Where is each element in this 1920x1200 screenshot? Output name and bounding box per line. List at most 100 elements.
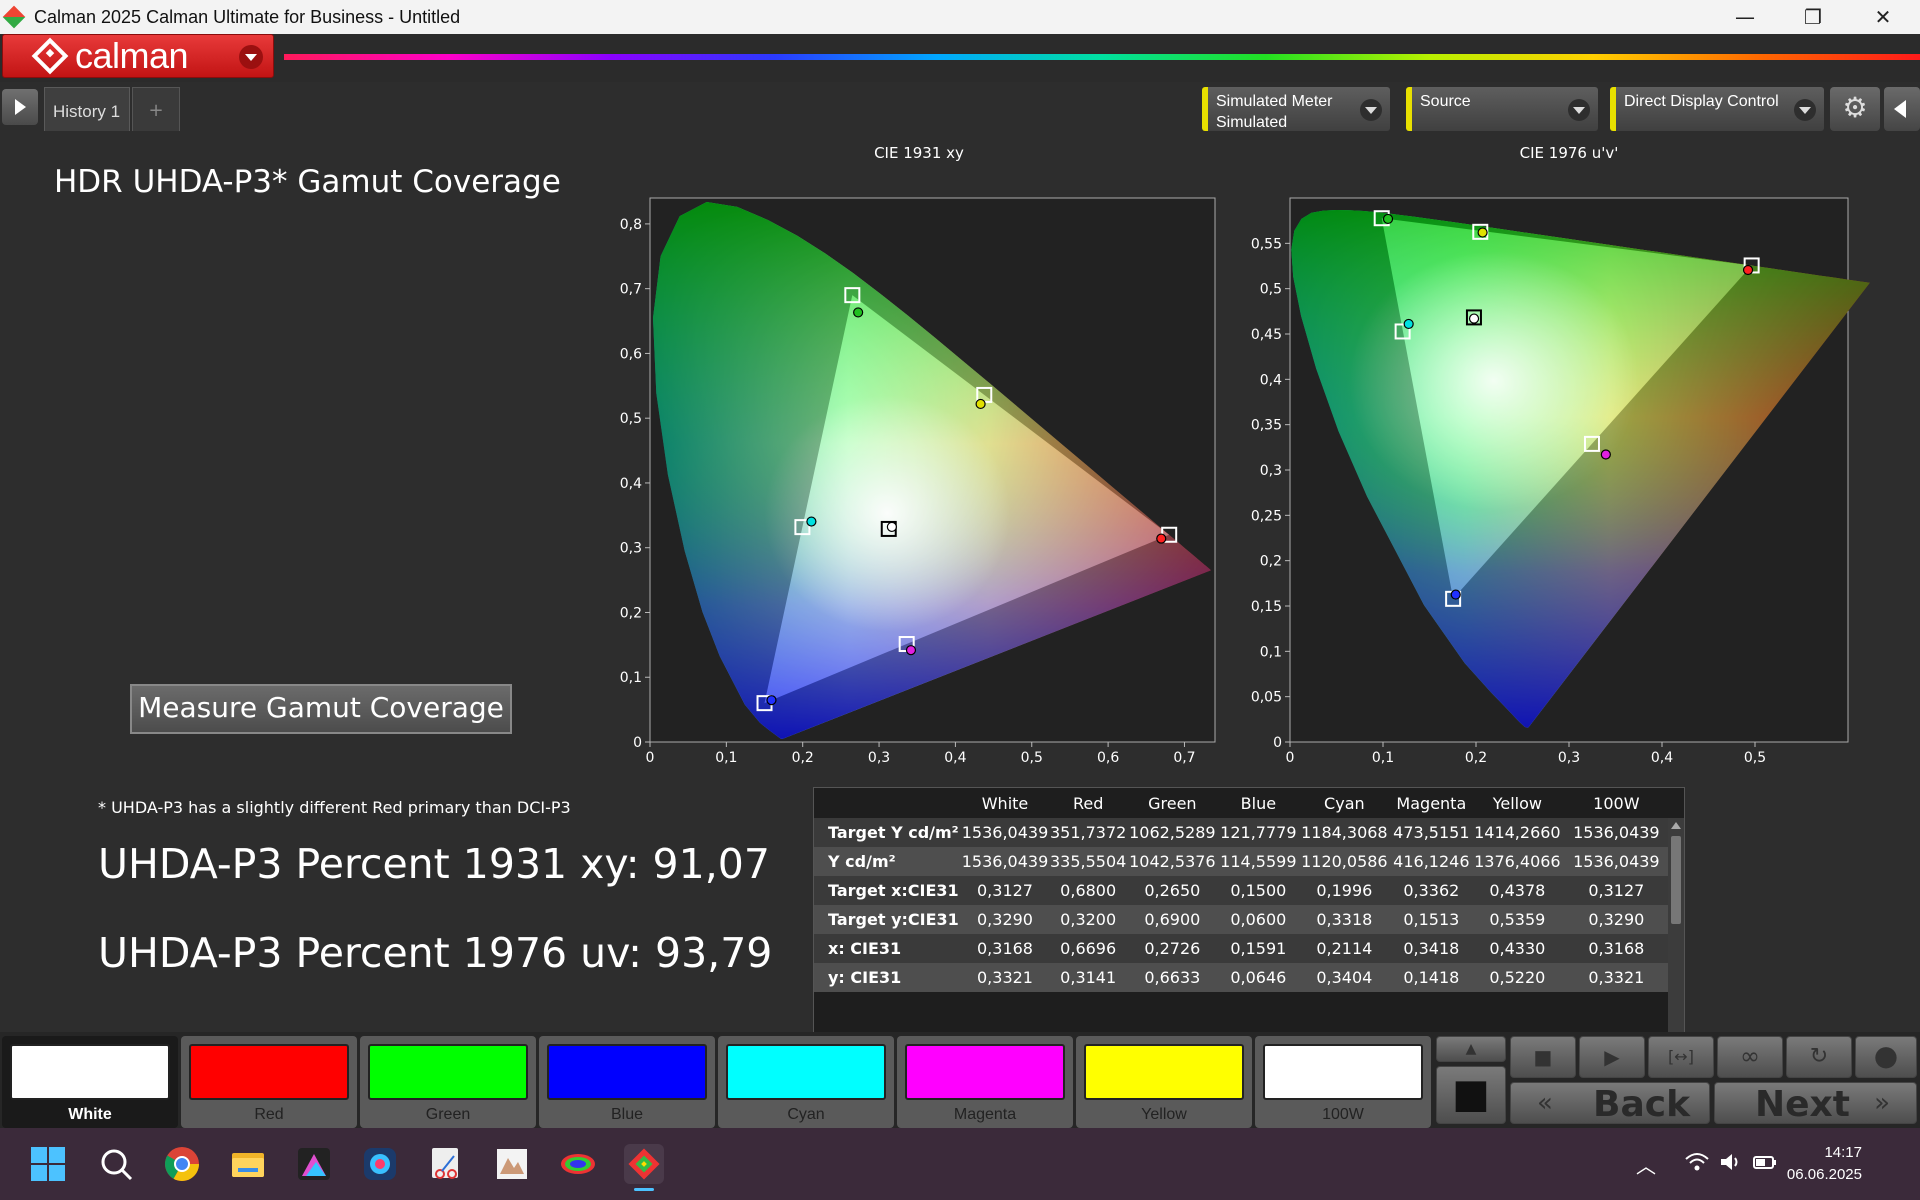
- back-label: Back: [1593, 1084, 1691, 1125]
- table-cell: 0,1996: [1298, 876, 1391, 905]
- patch-cyan[interactable]: Cyan: [718, 1036, 894, 1128]
- title-bar: Calman 2025 Calman Ultimate for Business…: [0, 0, 1920, 34]
- table-cell: 0,4378: [1472, 876, 1563, 905]
- cie1976-chart: 0 0,1 0,2 0,3 0,4 0,5 0 0,05 0,1 0,15 0,2 0,25 0,3 0,…: [1251, 197, 1870, 766]
- infinity-icon: ∞: [1740, 1042, 1760, 1070]
- loop-button[interactable]: ∞: [1717, 1036, 1783, 1078]
- table-cell: 473,5151: [1390, 818, 1473, 847]
- table-cell: 0,5220: [1472, 963, 1563, 992]
- tab-history-1[interactable]: History 1: [44, 87, 130, 131]
- refresh-button[interactable]: ↻: [1786, 1036, 1852, 1078]
- colorimeter-app-icon[interactable]: [360, 1144, 400, 1184]
- snipping-tool-icon[interactable]: [426, 1144, 466, 1184]
- column-header: Blue: [1218, 788, 1299, 818]
- color-wheel-app-icon[interactable]: [558, 1144, 598, 1184]
- patch-yellow[interactable]: Yellow: [1076, 1036, 1252, 1128]
- table-cell: 0,2114: [1298, 934, 1391, 963]
- volume-icon[interactable]: [1718, 1150, 1744, 1178]
- scroll-up-icon[interactable]: [1671, 822, 1681, 829]
- meter-select[interactable]: Simulated Meter Simulated: [1202, 87, 1390, 131]
- collapse-left-icon[interactable]: [1884, 87, 1920, 131]
- back-button[interactable]: « Back: [1510, 1082, 1710, 1125]
- play-button[interactable]: ▶: [1579, 1036, 1645, 1078]
- patch-label: 100W: [1322, 1106, 1364, 1123]
- patch-up-button[interactable]: ▲: [1436, 1036, 1506, 1062]
- table-cell: 0,3141: [1050, 963, 1127, 992]
- table-cell: 121,7779: [1218, 818, 1299, 847]
- patch-blue[interactable]: Blue: [539, 1036, 715, 1128]
- patch-green[interactable]: Green: [360, 1036, 536, 1128]
- x-tick-label: 0,4: [944, 750, 966, 766]
- source-select[interactable]: Source: [1406, 87, 1598, 131]
- app-logo-icon: [2, 5, 26, 29]
- image-viewer-icon[interactable]: [492, 1144, 532, 1184]
- x-tick-label: 0,1: [1372, 750, 1394, 766]
- patch-100w[interactable]: 100W: [1255, 1036, 1431, 1128]
- table-cell: 0,3290: [1562, 905, 1671, 934]
- add-tab-button[interactable]: +: [132, 87, 180, 131]
- measured-point-magenta: [905, 645, 917, 656]
- chrome-icon[interactable]: [162, 1144, 202, 1184]
- y-tick-label: 0,35: [1251, 418, 1282, 434]
- x-tick-label: 0,5: [1744, 750, 1766, 766]
- table-cell: 0,0646: [1218, 963, 1299, 992]
- row-header: x: CIE31: [814, 934, 960, 963]
- chevron-down-icon: [1794, 99, 1816, 121]
- system-clock[interactable]: 14:17 06.06.2025: [1787, 1142, 1862, 1186]
- patch-magenta[interactable]: Magenta: [897, 1036, 1073, 1128]
- window-title: Calman 2025 Calman Ultimate for Business…: [34, 7, 461, 27]
- battery-icon[interactable]: [1752, 1150, 1778, 1178]
- minimize-button[interactable]: —: [1716, 0, 1774, 34]
- table-row: y: CIE31 0,3321 0,3141 0,6633 0,0646 0,3404 0,…: [814, 963, 1671, 992]
- wifi-icon[interactable]: [1684, 1150, 1710, 1179]
- y-tick-label: 0,05: [1251, 690, 1282, 706]
- table-cell: 0,3318: [1298, 905, 1391, 934]
- measured-point-green: [853, 307, 864, 318]
- y-tick-label: 0: [1273, 735, 1282, 751]
- calman-taskbar-icon[interactable]: [624, 1144, 664, 1191]
- close-button[interactable]: ✕: [1854, 0, 1912, 34]
- record-button[interactable]: ●: [1855, 1036, 1917, 1078]
- stop-icon: ■: [1533, 1045, 1553, 1069]
- file-explorer-icon[interactable]: [228, 1144, 268, 1184]
- search-icon[interactable]: [96, 1144, 136, 1184]
- gear-icon[interactable]: ⚙: [1830, 87, 1880, 131]
- restore-button[interactable]: ❐: [1784, 0, 1842, 34]
- column-header: 100W: [1562, 788, 1671, 818]
- table-cell: 1414,2660: [1472, 818, 1563, 847]
- y-tick-label: 0,3: [620, 541, 642, 557]
- row-header: Target Y cd/m²: [814, 818, 960, 847]
- calman-menu-button[interactable]: calman: [2, 34, 274, 78]
- y-tick-label: 0,6: [620, 346, 642, 362]
- expand-sidebar-button[interactable]: [2, 89, 38, 125]
- patch-white[interactable]: White: [2, 1036, 178, 1128]
- table-cell: 0,6633: [1126, 963, 1219, 992]
- patch-red[interactable]: Red: [181, 1036, 357, 1128]
- next-button[interactable]: Next »: [1714, 1082, 1917, 1125]
- measured-point-white: [1468, 313, 1480, 324]
- cie1931-chart: 0 0,1 0,2 0,3 0,4 0,5 0,6 0,7 0 0,1 0,2 0,3 0,4 0,5 0,…: [620, 197, 1216, 766]
- table-cell: 0,3290: [960, 905, 1050, 934]
- scroll-thumb[interactable]: [1671, 836, 1681, 924]
- display-control-select[interactable]: Direct Display Control: [1610, 87, 1824, 131]
- clock-date: 06.06.2025: [1786, 1166, 1862, 1183]
- page-title: HDR UHDA-P3* Gamut Coverage: [54, 164, 561, 200]
- table-cell: 0,5359: [1472, 905, 1563, 934]
- table-cell: 0,1591: [1218, 934, 1299, 963]
- stop-record-button[interactable]: ■: [1436, 1066, 1506, 1124]
- photo-editor-icon[interactable]: [294, 1144, 334, 1184]
- y-tick-label: 0,3: [1260, 463, 1282, 479]
- stop-button[interactable]: ■: [1510, 1036, 1576, 1078]
- table-cell: 0,3321: [960, 963, 1050, 992]
- windows-start-icon[interactable]: [28, 1144, 68, 1184]
- table-cell: 0,1513: [1390, 905, 1473, 934]
- fit-button[interactable]: [↔]: [1648, 1036, 1714, 1078]
- chevron-up-icon[interactable]: ︿: [1636, 1150, 1656, 1179]
- chevron-down-icon: [1568, 99, 1590, 121]
- measure-gamut-coverage-button[interactable]: Measure Gamut Coverage: [130, 684, 512, 734]
- table-cell: 0,0600: [1218, 905, 1299, 934]
- chevron-down-icon: [239, 45, 263, 69]
- table-cell: 1536,0439: [960, 818, 1050, 847]
- chart-title-cie1931: CIE 1931 xy: [874, 144, 964, 162]
- y-tick-label: 0,8: [620, 217, 642, 233]
